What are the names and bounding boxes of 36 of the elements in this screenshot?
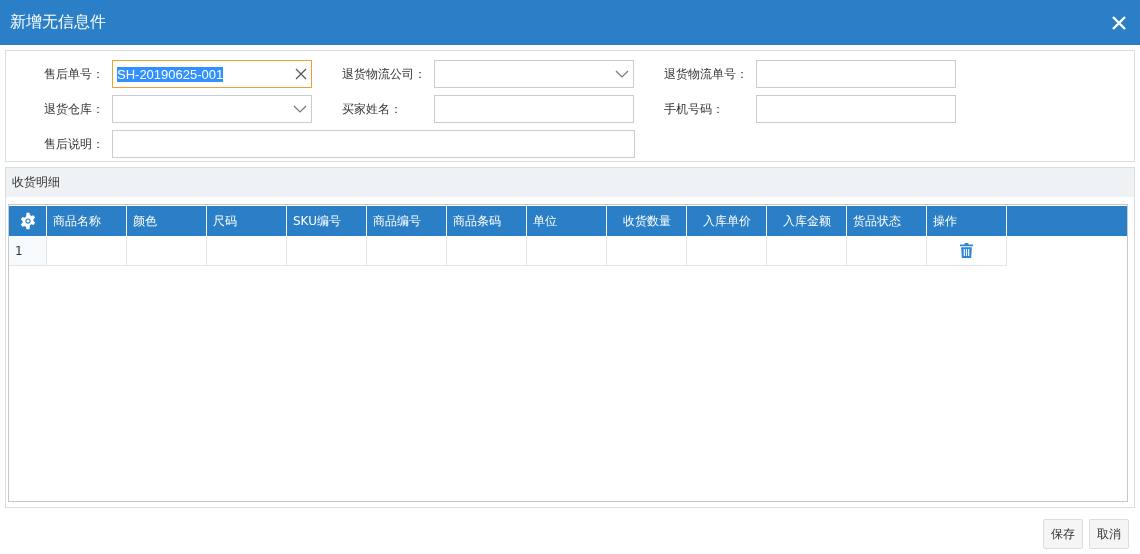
column-header: 尺码: [207, 206, 287, 236]
dialog-button[interactable]: 取消: [1089, 519, 1129, 549]
column-header: 入库金额: [767, 206, 847, 236]
input-field[interactable]: [756, 95, 956, 123]
column-header: 颜色: [127, 206, 207, 236]
input-field[interactable]: [112, 130, 635, 158]
input-field[interactable]: [756, 60, 956, 88]
field-label: 退货物流公司：: [342, 65, 427, 83]
input-field[interactable]: [434, 95, 634, 123]
dialog-button[interactable]: 保存: [1043, 519, 1083, 549]
field-label: 手机号码：: [664, 100, 725, 118]
caret-icon: [293, 105, 307, 113]
column-header: 货品状态: [847, 206, 927, 236]
field-label: 买家姓名：: [342, 100, 403, 118]
window-title: 新增无信息件: [10, 12, 106, 33]
settings-icon[interactable]: [18, 212, 37, 230]
column-header: 操作: [927, 206, 1007, 236]
clear-icon[interactable]: [295, 68, 307, 80]
column-header: 单位: [527, 206, 607, 236]
trash-icon[interactable]: [960, 243, 973, 258]
row-number: 1: [9, 236, 47, 266]
field-label: 退货仓库：: [44, 100, 105, 118]
field-label: 售后说明：: [44, 135, 105, 153]
column-header: 商品条码: [447, 206, 527, 236]
section-title: 收货明细: [12, 174, 60, 191]
column-header: 收货数量: [607, 206, 687, 236]
column-header: 商品名称: [47, 206, 127, 236]
dropdown-field[interactable]: [112, 95, 312, 123]
close-icon[interactable]: [1112, 15, 1126, 30]
column-header: SKU编号: [287, 206, 367, 236]
field-label: 退货物流单号：: [664, 65, 749, 83]
caret-icon: [615, 70, 629, 78]
column-header: 商品编号: [367, 206, 447, 236]
dropdown-field[interactable]: [434, 60, 634, 88]
column-header: 入库单价: [687, 206, 767, 236]
field-label: 售后单号：: [44, 65, 105, 83]
